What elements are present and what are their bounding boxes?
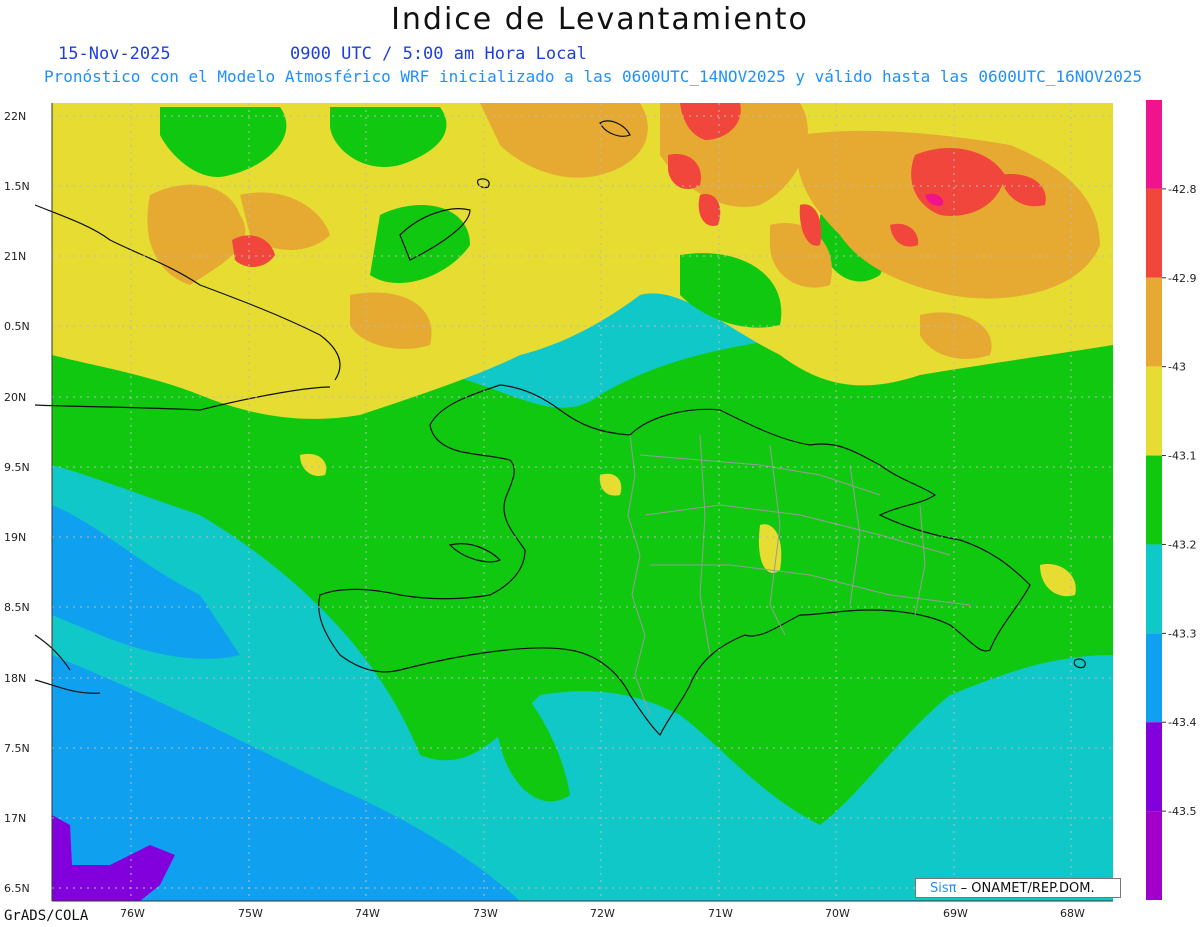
legend-label: -42.9 (1168, 272, 1196, 285)
lon-labels: 76W 75W 74W 73W 72W 71W 70W 69W 68W (120, 907, 1085, 920)
forecast-date: 15-Nov-2025 (58, 44, 171, 64)
legend-swatch (1146, 722, 1162, 812)
lon-label: 75W (238, 907, 263, 920)
legend-swatch (1146, 188, 1162, 278)
legend-label: -43.5 (1168, 805, 1196, 818)
sispi-brand: Sisπ (930, 881, 957, 896)
lat-label: 8.5N (4, 601, 30, 614)
lon-label: 74W (355, 907, 380, 920)
legend-label: -43 (1168, 361, 1186, 374)
legend-swatch (1146, 366, 1162, 456)
lat-labels: 22N 1.5N 21N 0.5N 20N 9.5N 19N 8.5N 18N … (4, 110, 30, 895)
lat-label: 20N (4, 391, 26, 404)
lon-label: 76W (120, 907, 145, 920)
legend-swatch (1146, 544, 1162, 634)
legend-swatch (1146, 811, 1162, 900)
lon-label: 69W (943, 907, 968, 920)
grads-credit: GrADS/COLA (4, 908, 89, 924)
legend-label: -43.2 (1168, 538, 1196, 551)
map-title: Indice de Levantamiento (391, 2, 809, 37)
lat-label: 9.5N (4, 461, 30, 474)
lat-label: 7.5N (4, 742, 30, 755)
lat-label: 22N (4, 110, 26, 123)
forecast-subtitle: Pronóstico con el Modelo Atmosférico WRF… (44, 67, 1143, 86)
lat-label: 1.5N (4, 180, 30, 193)
legend-swatch (1146, 633, 1162, 723)
legend-label: -43.1 (1168, 450, 1196, 463)
lon-label: 70W (825, 907, 850, 920)
onamet-text: – ONAMET/REP.DOM. (956, 881, 1095, 896)
lat-label: 21N (4, 250, 26, 263)
legend-swatch (1146, 277, 1162, 367)
lat-label: 19N (4, 531, 26, 544)
lon-label: 68W (1060, 907, 1085, 920)
legend-label: -42.8 (1168, 183, 1196, 196)
lat-label: 17N (4, 812, 26, 825)
onamet-badge: Sisπ – ONAMET/REP.DOM. (915, 878, 1121, 898)
lat-label: 18N (4, 672, 26, 685)
lon-label: 73W (473, 907, 498, 920)
lon-label: 71W (708, 907, 733, 920)
color-legend: -42.8 -42.9 -43 -43.1 -43.2 -43.3 -43.4 -43.5 (1146, 100, 1196, 900)
lat-label: 6.5N (4, 882, 30, 895)
forecast-time: 0900 UTC / 5:00 am Hora Local (290, 44, 587, 64)
legend-swatch (1146, 455, 1162, 545)
lon-label: 72W (590, 907, 615, 920)
legend-swatch (1146, 100, 1162, 189)
lat-label: 0.5N (4, 320, 30, 333)
lifted-index-map: 22N 1.5N 21N 0.5N 20N 9.5N 19N 8.5N 18N … (4, 100, 1196, 920)
legend-label: -43.3 (1168, 627, 1196, 640)
legend-label: -43.4 (1168, 716, 1196, 729)
